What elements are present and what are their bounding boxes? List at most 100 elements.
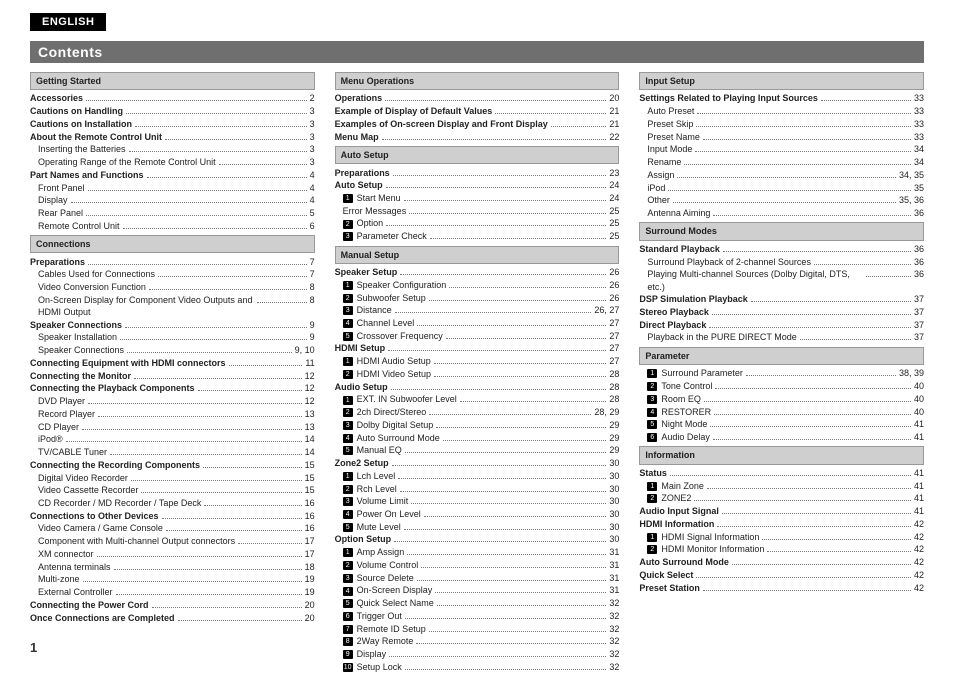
toc-entry[interactable]: Quick Select42: [639, 568, 924, 581]
toc-entry[interactable]: 3Dolby Digital Setup29: [335, 419, 620, 432]
toc-entry[interactable]: Connecting the Monitor12: [30, 369, 315, 382]
toc-entry[interactable]: 2HDMI Video Setup28: [335, 368, 620, 381]
toc-entry[interactable]: DSP Simulation Playback37: [639, 293, 924, 306]
toc-entry[interactable]: Cables Used for Connections7: [30, 268, 315, 281]
toc-entry[interactable]: 1Surround Parameter38, 39: [639, 367, 924, 380]
toc-entry[interactable]: Rename34: [639, 156, 924, 169]
toc-entry[interactable]: Connecting Equipment with HDMI connector…: [30, 357, 315, 370]
toc-entry[interactable]: 4Channel Level27: [335, 317, 620, 330]
toc-entry[interactable]: Digital Video Recorder15: [30, 471, 315, 484]
toc-entry[interactable]: Preset Name33: [639, 130, 924, 143]
toc-entry[interactable]: 5Mute Level30: [335, 520, 620, 533]
toc-entry[interactable]: Video Camera / Game Console16: [30, 522, 315, 535]
toc-entry[interactable]: About the Remote Control Unit3: [30, 130, 315, 143]
toc-entry[interactable]: 1HDMI Signal Information42: [639, 530, 924, 543]
toc-entry[interactable]: 2Rch Level30: [335, 482, 620, 495]
toc-entry[interactable]: 5Night Mode41: [639, 418, 924, 431]
toc-entry[interactable]: DVD Player12: [30, 395, 315, 408]
toc-entry[interactable]: Connections to Other Devices16: [30, 509, 315, 522]
toc-entry[interactable]: 3Volume Limit30: [335, 495, 620, 508]
toc-entry[interactable]: Operating Range of the Remote Control Un…: [30, 156, 315, 169]
toc-entry[interactable]: 6Trigger Out32: [335, 610, 620, 623]
toc-entry[interactable]: Speaker Setup26: [335, 266, 620, 279]
toc-entry[interactable]: Connecting the Recording Components15: [30, 459, 315, 472]
toc-entry[interactable]: 1EXT. IN Subwoofer Level28: [335, 393, 620, 406]
toc-entry[interactable]: Audio Input Signal41: [639, 505, 924, 518]
toc-entry[interactable]: Error Messages25: [335, 204, 620, 217]
toc-entry[interactable]: Component with Multi-channel Output conn…: [30, 535, 315, 548]
toc-entry[interactable]: 1Start Menu24: [335, 192, 620, 205]
toc-entry[interactable]: Settings Related to Playing Input Source…: [639, 92, 924, 105]
toc-entry[interactable]: CD Player13: [30, 420, 315, 433]
toc-entry[interactable]: External Controller19: [30, 586, 315, 599]
toc-entry[interactable]: Video Cassette Recorder15: [30, 484, 315, 497]
toc-entry[interactable]: Display4: [30, 194, 315, 207]
toc-entry[interactable]: 4On-Screen Display31: [335, 584, 620, 597]
toc-entry[interactable]: HDMI Information42: [639, 518, 924, 531]
toc-entry[interactable]: Auto Preset33: [639, 105, 924, 118]
toc-entry[interactable]: Antenna Aiming36: [639, 207, 924, 220]
toc-entry[interactable]: 7Remote ID Setup32: [335, 622, 620, 635]
toc-entry[interactable]: 4RESTORER40: [639, 405, 924, 418]
toc-entry[interactable]: Part Names and Functions4: [30, 169, 315, 182]
toc-entry[interactable]: Playback in the PURE DIRECT Mode37: [639, 331, 924, 344]
toc-entry[interactable]: Preparations23: [335, 166, 620, 179]
toc-entry[interactable]: Other35, 36: [639, 194, 924, 207]
toc-entry[interactable]: 2Volume Control31: [335, 559, 620, 572]
toc-entry[interactable]: Auto Surround Mode42: [639, 556, 924, 569]
toc-entry[interactable]: Speaker Installation9: [30, 331, 315, 344]
toc-entry[interactable]: 1Lch Level30: [335, 470, 620, 483]
toc-entry[interactable]: Preset Station42: [639, 581, 924, 594]
toc-entry[interactable]: Remote Control Unit6: [30, 219, 315, 232]
toc-entry[interactable]: Auto Setup24: [335, 179, 620, 192]
toc-entry[interactable]: 4Auto Surround Mode29: [335, 431, 620, 444]
toc-entry[interactable]: HDMI Setup27: [335, 342, 620, 355]
toc-entry[interactable]: Cautions on Installation3: [30, 118, 315, 131]
toc-entry[interactable]: Antenna terminals18: [30, 560, 315, 573]
toc-entry[interactable]: Inserting the Batteries3: [30, 143, 315, 156]
toc-entry[interactable]: 2Subwoofer Setup26: [335, 291, 620, 304]
toc-entry[interactable]: TV/CABLE Tuner14: [30, 446, 315, 459]
toc-entry[interactable]: iPod®14: [30, 433, 315, 446]
toc-entry[interactable]: CD Recorder / MD Recorder / Tape Deck16: [30, 497, 315, 510]
toc-entry[interactable]: Zone2 Setup30: [335, 457, 620, 470]
toc-entry[interactable]: 5Manual EQ29: [335, 444, 620, 457]
toc-entry[interactable]: XM connector17: [30, 548, 315, 561]
toc-entry[interactable]: Once Connections are Completed20: [30, 611, 315, 624]
toc-entry[interactable]: 1Speaker Configuration26: [335, 279, 620, 292]
toc-entry[interactable]: Audio Setup28: [335, 380, 620, 393]
toc-entry[interactable]: iPod35: [639, 181, 924, 194]
toc-entry[interactable]: On-Screen Display for Component Video Ou…: [30, 294, 315, 319]
toc-entry[interactable]: Playing Multi-channel Sources (Dolby Dig…: [639, 268, 924, 293]
toc-entry[interactable]: 82Way Remote32: [335, 635, 620, 648]
toc-entry[interactable]: 2ZONE241: [639, 492, 924, 505]
toc-entry[interactable]: 2Tone Control40: [639, 380, 924, 393]
toc-entry[interactable]: 4Power On Level30: [335, 508, 620, 521]
toc-entry[interactable]: 10Setup Lock32: [335, 661, 620, 674]
toc-entry[interactable]: 1HDMI Audio Setup27: [335, 355, 620, 368]
toc-entry[interactable]: 5Quick Select Name32: [335, 597, 620, 610]
toc-entry[interactable]: 9Display32: [335, 648, 620, 661]
toc-entry[interactable]: Speaker Connections9, 10: [30, 344, 315, 357]
toc-entry[interactable]: Surround Playback of 2-channel Sources36: [639, 255, 924, 268]
toc-entry[interactable]: Accessories2: [30, 92, 315, 105]
toc-entry[interactable]: Preset Skip33: [639, 118, 924, 131]
toc-entry[interactable]: Input Mode34: [639, 143, 924, 156]
toc-entry[interactable]: Option Setup30: [335, 533, 620, 546]
toc-entry[interactable]: Speaker Connections9: [30, 318, 315, 331]
toc-entry[interactable]: 1Amp Assign31: [335, 546, 620, 559]
toc-entry[interactable]: Stereo Playback37: [639, 306, 924, 319]
toc-entry[interactable]: Status41: [639, 467, 924, 480]
toc-entry[interactable]: 3Parameter Check25: [335, 230, 620, 243]
toc-entry[interactable]: Video Conversion Function8: [30, 281, 315, 294]
toc-entry[interactable]: 3Room EQ40: [639, 393, 924, 406]
toc-entry[interactable]: Front Panel4: [30, 181, 315, 194]
toc-entry[interactable]: Example of Display of Default Values21: [335, 105, 620, 118]
toc-entry[interactable]: 2Option25: [335, 217, 620, 230]
toc-entry[interactable]: Cautions on Handling3: [30, 105, 315, 118]
toc-entry[interactable]: Assign34, 35: [639, 169, 924, 182]
toc-entry[interactable]: Preparations7: [30, 255, 315, 268]
toc-entry[interactable]: 3Distance26, 27: [335, 304, 620, 317]
toc-entry[interactable]: Record Player13: [30, 408, 315, 421]
toc-entry[interactable]: Operations20: [335, 92, 620, 105]
